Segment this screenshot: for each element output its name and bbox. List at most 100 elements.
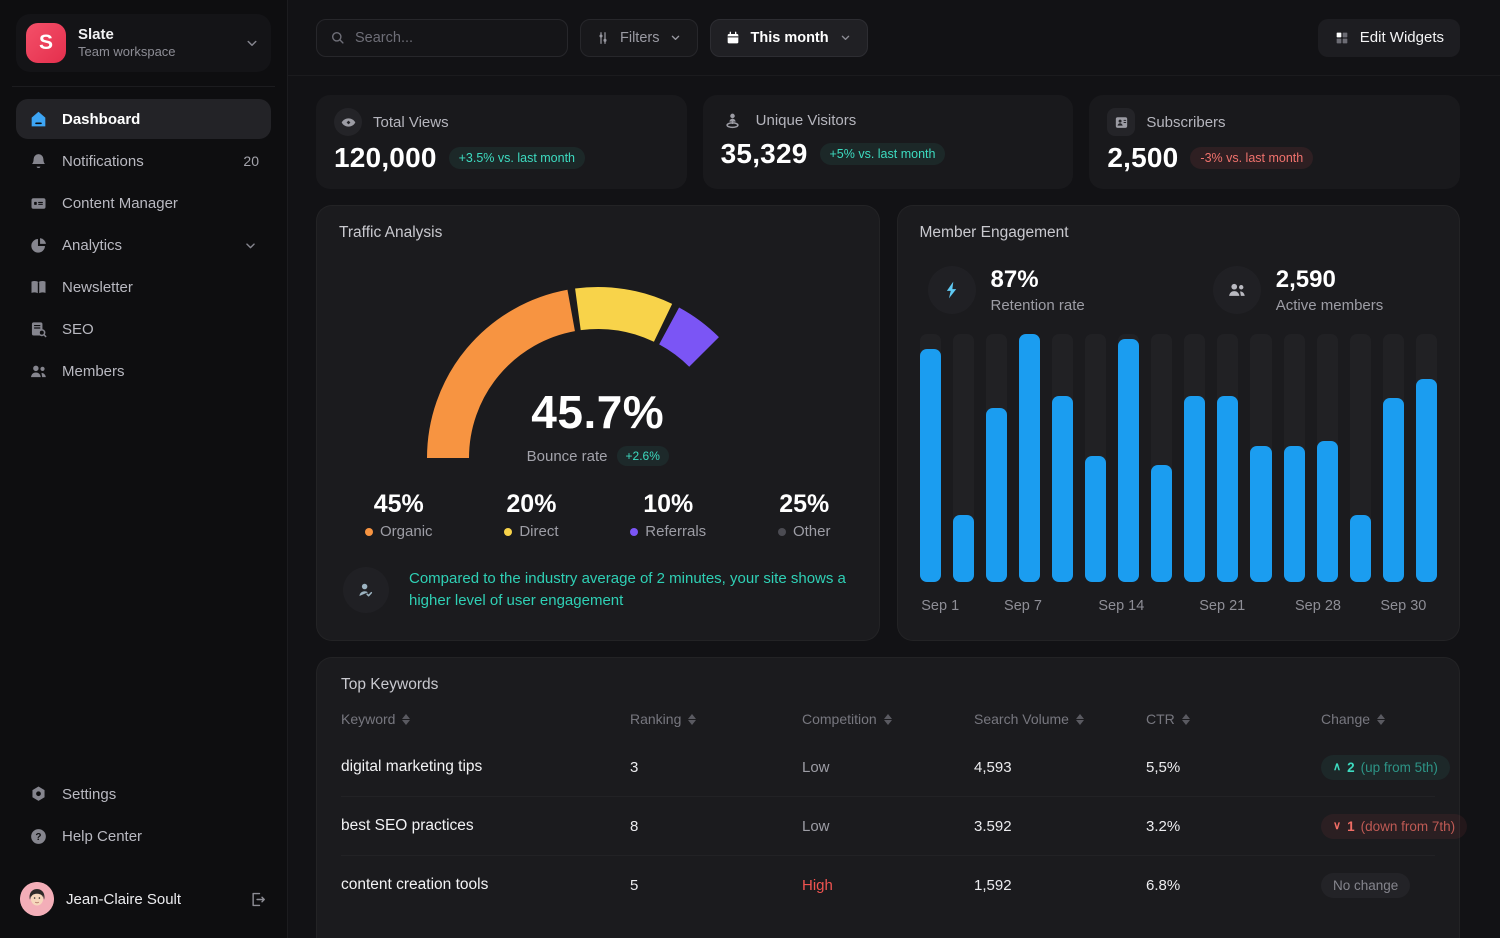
engagement-bar-column (1052, 334, 1073, 582)
stat-label: Subscribers (1146, 114, 1225, 131)
sidebar-item-label: Content Manager (62, 195, 178, 212)
keywords-table-header: Keyword Ranking Competition Search Volum… (341, 711, 1435, 727)
sidebar-item-label: Members (62, 363, 125, 380)
search-icon (329, 29, 346, 46)
sort-icon (1076, 714, 1084, 725)
table-row[interactable]: best SEO practices 8 Low 3.592 3.2% ∨ 1 … (341, 796, 1435, 855)
stat-card-subscribers: Subscribers 2,500 -3% vs. last month (1089, 95, 1460, 189)
sidebar-item-members[interactable]: Members (16, 351, 271, 391)
bounce-rate-gauge: 45.7% Bounce rate +2.6% (388, 246, 808, 474)
column-header-change[interactable]: Change (1321, 711, 1435, 727)
legend-pct: 20% (504, 490, 558, 519)
engagement-bar (1151, 465, 1172, 582)
workspace-switcher[interactable]: S Slate Team workspace (16, 14, 271, 72)
sidebar-item-settings[interactable]: Settings (16, 774, 271, 814)
column-header-ranking[interactable]: Ranking (630, 711, 802, 727)
filters-button[interactable]: Filters (580, 19, 698, 57)
sidebar-item-label: Dashboard (62, 111, 140, 128)
search-box[interactable] (316, 19, 568, 57)
x-axis-tick-label: Sep 7 (1004, 598, 1042, 614)
topbar: Filters This month Edit Widgets (288, 0, 1500, 76)
column-header-competition[interactable]: Competition (802, 711, 974, 727)
engagement-bar-column (1151, 334, 1172, 582)
column-header-search-volume[interactable]: Search Volume (974, 711, 1146, 727)
column-header-keyword[interactable]: Keyword (341, 711, 630, 727)
sidebar-item-dashboard[interactable]: Dashboard (16, 99, 271, 139)
x-axis-tick-label: Sep 30 (1380, 598, 1426, 614)
chevron-down-icon (838, 30, 853, 45)
engagement-bar (1217, 396, 1238, 582)
stat-label: Unique Visitors (756, 112, 857, 129)
cell-competition: High (802, 877, 974, 894)
engagement-bar-column (1184, 334, 1205, 582)
cell-search-volume: 3.592 (974, 818, 1146, 835)
top-keywords-panel: Top Keywords Keyword Ranking Competition… (316, 657, 1460, 938)
engagement-bar-column (1350, 334, 1371, 582)
engagement-bar-column (953, 334, 974, 582)
member-engagement-panel: Member Engagement 87% Retention rate (897, 205, 1461, 641)
sidebar-item-newsletter[interactable]: Newsletter (16, 267, 271, 307)
legend-pct: 25% (778, 490, 831, 519)
gauge-center: 45.7% Bounce rate +2.6% (388, 385, 808, 466)
engagement-bar (1416, 379, 1437, 582)
legend-item-referrals: 10% Referrals (630, 490, 706, 540)
change-badge: ∧ 2 (up from 5th) (1321, 755, 1450, 780)
keywords-table-body: digital marketing tips 3 Low 4,593 5,5% … (341, 737, 1435, 914)
sidebar-item-seo[interactable]: SEO (16, 309, 271, 349)
stat-value: 35,329 (721, 138, 808, 170)
engagement-bar-column (1250, 334, 1271, 582)
sort-icon (884, 714, 892, 725)
traffic-legend: 45% Organic 20% Direct 10% Referrals 25%… (339, 474, 857, 540)
help-icon: ? (28, 826, 49, 847)
cell-keyword: best SEO practices (341, 817, 630, 835)
cell-keyword: digital marketing tips (341, 758, 630, 776)
logout-icon[interactable] (248, 890, 267, 909)
table-row[interactable]: digital marketing tips 3 Low 4,593 5,5% … (341, 737, 1435, 796)
engagement-bar (1284, 446, 1305, 582)
traffic-analysis-panel: Traffic Analysis 45.7% Bounce rate +2.6%… (316, 205, 880, 641)
insight-text: Compared to the industry average of 2 mi… (409, 568, 853, 613)
legend-dot-other (778, 528, 786, 536)
column-header-ctr[interactable]: CTR (1146, 711, 1321, 727)
search-input[interactable] (355, 30, 555, 46)
members-icon (28, 361, 49, 382)
engagement-bar-column (1019, 334, 1040, 582)
user-name: Jean-Claire Soult (66, 891, 236, 908)
user-menu[interactable]: Jean-Claire Soult (16, 882, 271, 916)
period-selector-button[interactable]: This month (710, 19, 867, 57)
engagement-bar (1250, 446, 1271, 582)
engagement-bar-column (1284, 334, 1305, 582)
lightning-icon (928, 266, 976, 314)
engagement-stats: 87% Retention rate 2,590 Active members (920, 266, 1438, 314)
table-row[interactable]: content creation tools 5 High 1,592 6.8%… (341, 855, 1435, 914)
bounce-rate-label: Bounce rate (527, 448, 608, 465)
chevron-down-icon (243, 34, 261, 52)
engagement-bar (1052, 396, 1073, 582)
panels-row: Traffic Analysis 45.7% Bounce rate +2.6%… (316, 205, 1460, 641)
engagement-bar (1085, 456, 1106, 582)
eye-icon (334, 108, 362, 136)
bell-icon (28, 151, 49, 172)
badge-icon (1107, 108, 1135, 136)
home-icon (28, 109, 49, 130)
legend-dot-direct (504, 528, 512, 536)
engagement-bar-column (1317, 334, 1338, 582)
change-badge: ∨ 1 (down from 7th) (1321, 814, 1467, 839)
sort-icon (1182, 714, 1190, 725)
sidebar-item-analytics[interactable]: Analytics (16, 225, 271, 265)
sidebar-item-notifications[interactable]: Notifications 20 (16, 141, 271, 181)
workspace-logo: S (26, 23, 66, 63)
sidebar-footer-nav: Settings ? Help Center (16, 774, 271, 856)
bounce-rate-value: 45.7% (388, 385, 808, 439)
workspace-name: Slate (78, 26, 231, 45)
workspace-type: Team workspace (78, 44, 231, 60)
sort-icon (402, 714, 410, 725)
engagement-bar (1350, 515, 1371, 582)
sidebar-item-label: Newsletter (62, 279, 133, 296)
sidebar-item-help-center[interactable]: ? Help Center (16, 816, 271, 856)
sidebar-item-content-manager[interactable]: Content Manager (16, 183, 271, 223)
people-icon (1213, 266, 1261, 314)
engagement-bar-column (986, 334, 1007, 582)
engagement-bar (1019, 334, 1040, 582)
edit-widgets-button[interactable]: Edit Widgets (1318, 19, 1460, 57)
